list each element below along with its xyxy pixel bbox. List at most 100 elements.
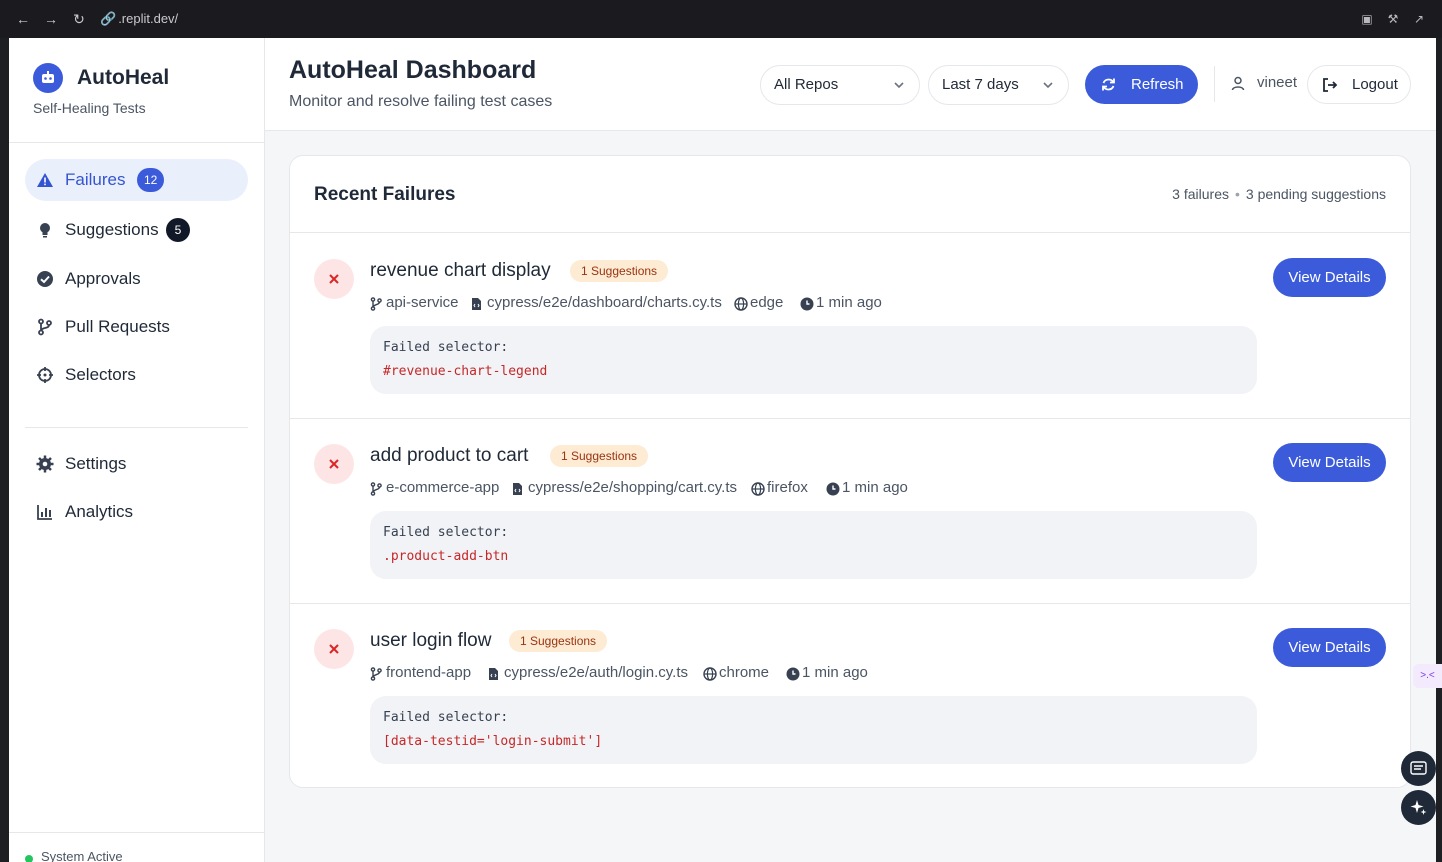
failure-title: user login flow	[370, 630, 492, 651]
gear-icon	[36, 455, 54, 473]
check-circle-icon	[37, 271, 53, 287]
code-file-icon	[489, 668, 498, 680]
brand-subtitle: Self-Healing Tests	[33, 100, 146, 116]
sidebar-item-analytics[interactable]: Analytics	[25, 491, 248, 533]
failure-count: 3 failures	[1172, 186, 1229, 202]
sidebar-item-suggestions[interactable]: Suggestions 5	[25, 209, 248, 251]
file-path: cypress/e2e/auth/login.cy.ts	[504, 664, 688, 681]
file-path: cypress/e2e/dashboard/charts.cy.ts	[487, 294, 722, 311]
status-dot-icon	[25, 855, 33, 862]
forward-icon[interactable]: →	[42, 10, 60, 28]
clock-icon	[826, 482, 840, 496]
link-icon: 🔗	[100, 11, 117, 26]
failed-selector-value: .product-add-btn	[383, 549, 509, 564]
recent-failures-card: Recent Failures 3 failures • 3 pending sug…	[289, 155, 1411, 788]
view-details-button[interactable]: View Details	[1273, 443, 1386, 482]
failure-row: add product to cart 1 Suggestions e-comm…	[290, 419, 1410, 604]
sidebar-item-selectors[interactable]: Selectors	[25, 354, 248, 396]
system-status: System Active	[9, 832, 264, 862]
code-toggle-icon[interactable]: >.<	[1413, 664, 1442, 688]
failure-row: revenue chart display 1 Suggestions api-…	[290, 234, 1410, 419]
failures-count-badge: 12	[137, 168, 165, 192]
failed-selector-label: Failed selector:	[383, 525, 509, 540]
git-branch-icon	[370, 297, 382, 311]
failed-selector-box: Failed selector: .product-add-btn	[370, 511, 1257, 579]
wrench-icon[interactable]: ⚒	[1384, 10, 1402, 28]
sidebar-item-label: Analytics	[65, 502, 134, 521]
header-divider	[1214, 66, 1215, 102]
file-path: cypress/e2e/shopping/cart.cy.ts	[528, 479, 737, 496]
logout-icon	[1323, 78, 1338, 92]
failure-title: add product to cart	[370, 445, 529, 466]
lightbulb-icon	[40, 223, 50, 238]
refresh-button[interactable]: Refresh	[1085, 65, 1198, 104]
reload-icon[interactable]: ↻	[70, 10, 88, 28]
browser-name: edge	[750, 294, 784, 311]
git-branch-icon	[370, 667, 382, 681]
clock-icon	[800, 297, 814, 311]
failed-selector-value: [data-testid='login-submit']	[383, 734, 603, 749]
refresh-icon	[1102, 78, 1115, 91]
code-file-icon	[513, 483, 522, 495]
sidebar-item-settings[interactable]: Settings	[25, 443, 248, 485]
view-details-button[interactable]: View Details	[1273, 628, 1386, 667]
failure-time: 1 min ago	[802, 664, 868, 681]
git-branch-icon	[38, 318, 52, 336]
date-range-value: Last 7 days	[942, 76, 1019, 93]
view-details-button[interactable]: View Details	[1273, 258, 1386, 297]
brand-name: AutoHeal	[77, 66, 170, 89]
git-branch-icon	[370, 482, 382, 496]
page-header: AutoHeal Dashboard Monitor and resolve f…	[265, 38, 1436, 131]
sidebar-item-label: Selectors	[65, 365, 136, 384]
separator-dot: •	[1234, 186, 1240, 202]
suggestion-badge: 1 Suggestions	[509, 630, 608, 652]
sidebar-item-pull-requests[interactable]: Pull Requests	[25, 306, 248, 348]
failed-selector-box: Failed selector: #revenue-chart-legend	[370, 326, 1257, 394]
sidebar-item-approvals[interactable]: Approvals	[25, 258, 248, 300]
repo-name: api-service	[386, 294, 459, 311]
external-link-icon[interactable]: ↗	[1410, 10, 1428, 28]
repo-select[interactable]: All Repos	[760, 65, 920, 105]
pending-count: 3 pending suggestions	[1245, 186, 1386, 202]
globe-icon	[751, 482, 765, 496]
brand-block: AutoHeal Self-Healing Tests	[9, 38, 264, 143]
status-text: System Active	[41, 849, 123, 862]
sparkle-icon[interactable]	[1401, 790, 1436, 825]
back-icon[interactable]: ←	[14, 10, 32, 28]
card-summary: 3 failures • 3 pending suggestions	[1172, 186, 1386, 202]
repo-name: frontend-app	[386, 664, 472, 681]
repo-select-value: All Repos	[774, 76, 839, 93]
suggestion-badge: 1 Suggestions	[550, 445, 649, 467]
logout-label: Logout	[1352, 76, 1398, 93]
refresh-label: Refresh	[1131, 76, 1184, 93]
globe-icon	[703, 667, 717, 681]
sidebar-item-label: Settings	[65, 454, 127, 473]
user-icon	[1231, 76, 1245, 91]
browser-toolbar: ← → ↻ 🔗 .replit.dev/ ▣ ⚒ ↗	[0, 0, 1442, 38]
failure-x-icon	[314, 259, 354, 299]
page-subtitle: Monitor and resolve failing test cases	[289, 93, 553, 110]
bar-chart-icon	[37, 505, 52, 520]
globe-icon	[734, 297, 748, 311]
logout-button[interactable]: Logout	[1307, 65, 1411, 104]
chat-quote-icon[interactable]	[1401, 751, 1436, 786]
devices-icon[interactable]: ▣	[1358, 10, 1376, 28]
sidebar-item-label: Pull Requests	[65, 317, 170, 336]
date-range-select[interactable]: Last 7 days	[928, 65, 1069, 105]
chevron-down-icon	[1043, 82, 1053, 89]
sidebar-item-label: Suggestions	[65, 220, 159, 239]
suggestion-badge: 1 Suggestions	[570, 260, 669, 282]
failure-time: 1 min ago	[842, 479, 908, 496]
app-root: AutoHeal Self-Healing Tests Failures 12 …	[9, 38, 1436, 862]
crosshair-icon	[37, 367, 53, 383]
browser-name: chrome	[719, 664, 770, 681]
code-file-icon	[472, 298, 481, 310]
page-title: AutoHeal Dashboard	[289, 56, 537, 84]
failure-title: revenue chart display	[370, 260, 551, 281]
failure-x-icon	[314, 629, 354, 669]
sidebar-item-failures[interactable]: Failures 12	[25, 159, 248, 201]
card-title: Recent Failures	[314, 184, 456, 205]
address-bar[interactable]: 🔗 .replit.dev/	[92, 7, 1352, 31]
sidebar-item-label: Failures	[65, 170, 126, 189]
sidebar-divider	[25, 427, 248, 428]
